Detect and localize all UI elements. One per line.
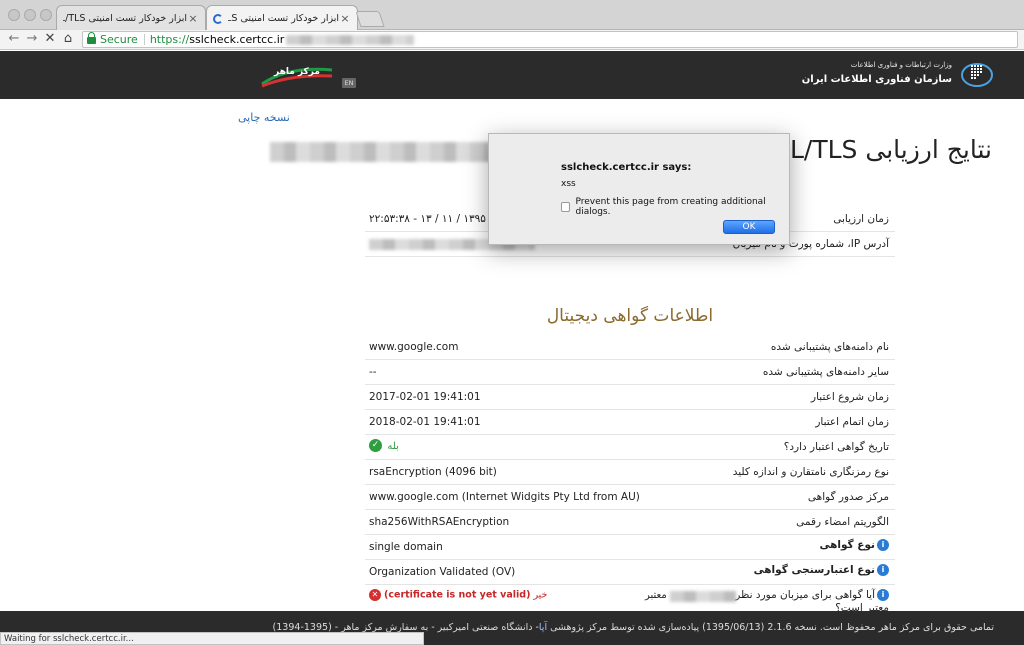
- table-row: تاریخ گواهی اعتبار دارد؟ ✓ بله: [365, 435, 895, 460]
- row-value: ✓ بله: [369, 439, 399, 452]
- ok-button[interactable]: OK: [723, 220, 775, 234]
- invalid-reason: (certificate is not yet valid): [384, 589, 531, 601]
- url-scheme: https://: [149, 33, 190, 46]
- row-label: الگوریتم امضاء رقمی: [796, 516, 889, 528]
- new-tab-button[interactable]: [355, 11, 385, 27]
- row-label: نوع گواهی: [819, 539, 875, 551]
- row-label: زمان شروع اعتبار: [811, 391, 889, 403]
- address-bar[interactable]: Secure https:// sslcheck.certcc.ir: [82, 31, 1018, 48]
- table-row: سایر دامنه‌های پشتیبانی شده --: [365, 360, 895, 385]
- valid-yes-text: بله: [387, 440, 399, 452]
- check-icon: ✓: [369, 439, 382, 452]
- row-label: زمان اتمام اعتبار: [815, 416, 889, 428]
- org-name: وزارت ارتباطات و فناوری اطلاعات سازمان ف…: [760, 61, 952, 85]
- row-value: rsaEncryption (4096 bit): [369, 466, 497, 478]
- redacted-host-title: [270, 142, 490, 162]
- minimize-window-icon[interactable]: [24, 9, 36, 21]
- back-arrow-icon[interactable]: ←: [6, 31, 22, 47]
- lock-icon: [87, 32, 96, 44]
- table-row: iنوع گواهی single domain: [365, 535, 895, 560]
- info-icon[interactable]: i: [877, 539, 889, 551]
- tab-title: ابزار خودکار تست امنیتی SSL/TLS: [228, 13, 339, 24]
- row-label: مرکز صدور گواهی: [807, 491, 889, 503]
- checkbox-box[interactable]: [561, 202, 571, 212]
- tab-close-icon[interactable]: ×: [187, 12, 199, 25]
- org-ministry-line: وزارت ارتباطات و فناوری اطلاعات: [850, 61, 952, 69]
- secure-label: Secure: [100, 33, 138, 46]
- row-label: نوع اعتبارسنجی گواهی: [753, 564, 875, 576]
- browser-status-bar: Waiting for sslcheck.certcc.ir...: [0, 632, 424, 645]
- row-value: www.google.com: [369, 341, 459, 353]
- row-label: زمان ارزیابی: [833, 213, 889, 225]
- tab-close-icon[interactable]: ×: [339, 12, 351, 25]
- loading-spinner-icon: [213, 13, 223, 24]
- close-window-icon[interactable]: [8, 9, 20, 21]
- dialog-message: xss: [561, 179, 576, 189]
- table-row: نوع رمزنگاری نامتقارن و اندازه کلید rsaE…: [365, 460, 895, 485]
- checkbox-label: Prevent this page from creating addition…: [575, 197, 766, 217]
- row-label-with-info: iنوع گواهی: [819, 539, 889, 551]
- table-row: نام دامنه‌های پشتیبانی شده www.google.co…: [365, 335, 895, 360]
- table-row: الگوریتم امضاء رقمی sha256WithRSAEncrypt…: [365, 510, 895, 535]
- row-value: sha256WithRSAEncryption: [369, 516, 510, 528]
- row-value: Organization Validated (OV): [369, 566, 516, 578]
- cert-section-title: اطلاعات گواهی دیجیتال: [546, 306, 714, 326]
- table-row: مرکز صدور گواهی www.google.com (Internet…: [365, 485, 895, 510]
- row-label-with-info: iنوع اعتبارسنجی گواهی: [754, 564, 889, 576]
- row-value: 2017-02-01 19:41:01: [369, 391, 481, 403]
- url-separator: [143, 34, 145, 45]
- stop-loading-icon[interactable]: ✕: [42, 31, 58, 47]
- row-value: ✕ (certificate is not yet valid) خیر: [369, 589, 547, 601]
- row-label: نام دامنه‌های پشتیبانی شده: [770, 341, 889, 353]
- tab-title: ابزار خودکار تست امنیتی SSL/TLS: [63, 12, 187, 24]
- table-row: iآیا گواهی برای میزبان مورد نظر معتبر اس…: [365, 585, 895, 614]
- maher-label: مرکز ماهر: [274, 67, 320, 77]
- org-title-line: سازمان فناوری اطلاعات ایران: [801, 74, 952, 85]
- table-row: زمان شروع اعتبار 2017-02-01 19:41:01: [365, 385, 895, 410]
- home-icon[interactable]: ⌂: [60, 31, 76, 47]
- info-icon[interactable]: i: [877, 564, 889, 576]
- table-row: iنوع اعتبارسنجی گواهی Organization Valid…: [365, 560, 895, 585]
- row-value: www.google.com (Internet Widgits Pty Ltd…: [369, 491, 640, 503]
- browser-tab-1[interactable]: × ابزار خودکار تست امنیتی SSL/TLS: [56, 5, 206, 30]
- row-label: نوع رمزنگاری نامتقارن و اندازه کلید: [732, 466, 889, 478]
- row-value: --: [369, 366, 377, 378]
- row-value: 2018-02-01 19:41:01: [369, 416, 481, 428]
- ito-logo-icon[interactable]: [960, 59, 994, 89]
- url-host: sslcheck.certcc.ir: [189, 33, 285, 46]
- browser-tab-2-active[interactable]: × ابزار خودکار تست امنیتی SSL/TLS: [206, 5, 358, 31]
- dialog-title: sslcheck.certcc.ir says:: [561, 162, 692, 173]
- print-version-link[interactable]: نسخه چاپی: [238, 111, 298, 124]
- row-value: ۱۳۹۵ / ۱۱ / ۱۳ - ۲۲:۵۳:۳۸: [369, 213, 486, 225]
- row-label: تاریخ گواهی اعتبار دارد؟: [783, 441, 889, 453]
- row-label: سایر دامنه‌های پشتیبانی شده: [762, 366, 889, 378]
- table-row: زمان اتمام اعتبار 2018-02-01 19:41:01: [365, 410, 895, 435]
- language-switch-button[interactable]: EN: [342, 78, 356, 88]
- zoom-window-icon[interactable]: [40, 9, 52, 21]
- valid-host-word: معتبر: [645, 590, 667, 601]
- invalid-no-text: خیر: [533, 589, 548, 601]
- footer-text-main: تمامی حقوق برای مرکز ماهر محفوظ است. نسخ…: [547, 622, 994, 633]
- alert-dialog: sslcheck.certcc.ir says: xss Prevent thi…: [488, 133, 790, 245]
- redacted-url-path: [286, 34, 415, 45]
- aut-link[interactable]: آپا: [539, 622, 547, 633]
- browser-tab-bar: × ابزار خودکار تست امنیتی SSL/TLS × ابزا…: [0, 0, 1024, 31]
- prevent-dialogs-checkbox[interactable]: Prevent this page from creating addition…: [561, 197, 789, 217]
- redacted-host-value: [670, 591, 736, 602]
- forward-arrow-icon[interactable]: →: [24, 31, 40, 47]
- cross-icon: ✕: [369, 589, 381, 601]
- row-value: single domain: [369, 541, 443, 553]
- browser-toolbar: ← → ✕ ⌂ Secure https:// sslcheck.certcc.…: [0, 30, 1024, 50]
- info-icon[interactable]: i: [877, 589, 889, 601]
